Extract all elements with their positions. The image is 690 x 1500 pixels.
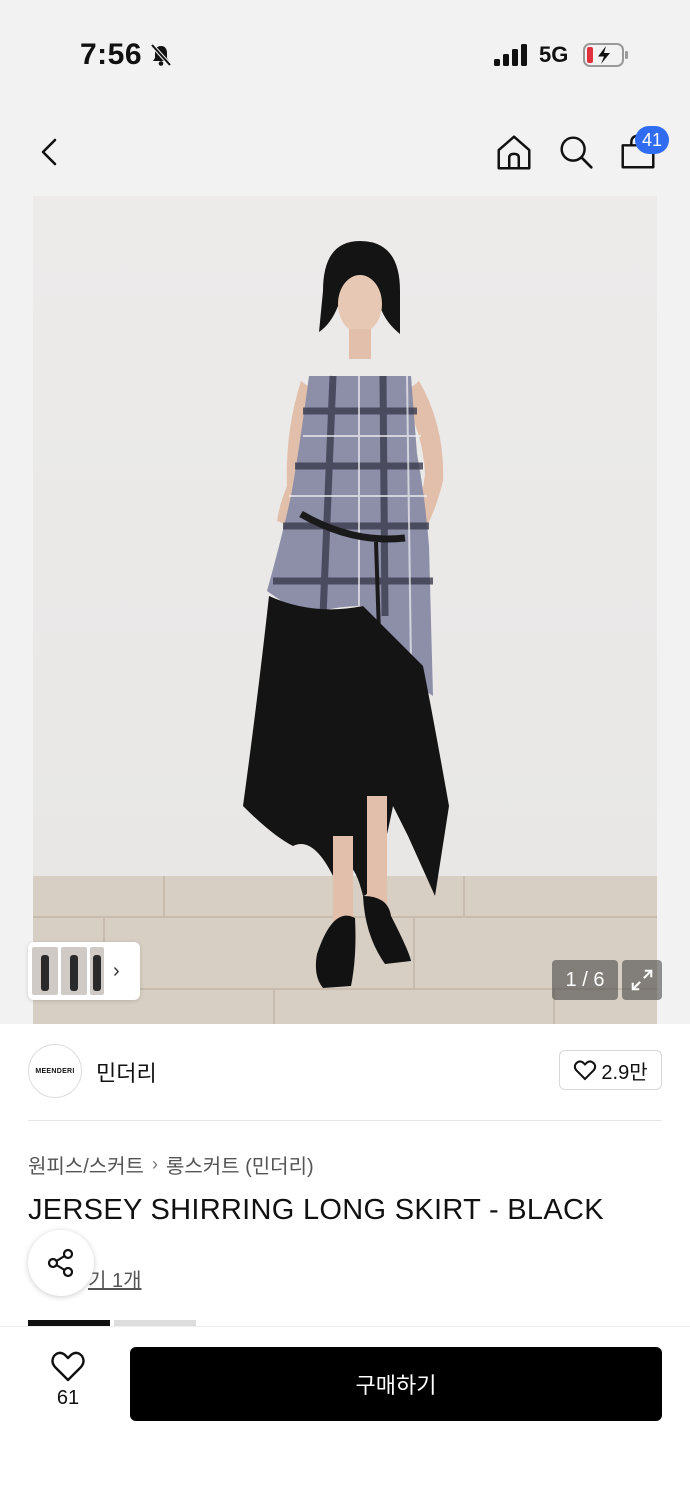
thumbnail-1[interactable] <box>32 947 58 995</box>
breadcrumb: 원피스/스커트 › 롱스커트 (민더리) <box>28 1150 314 1179</box>
network-label: 5G <box>539 42 569 67</box>
thumbnail-2[interactable] <box>61 947 87 995</box>
product-gallery[interactable] <box>0 196 690 1024</box>
search-icon <box>560 136 593 169</box>
back-button[interactable] <box>30 132 70 172</box>
wishlist-count: 61 <box>56 1387 80 1409</box>
review-link[interactable]: 기 1개 <box>88 1264 141 1293</box>
cart-count-badge: 41 <box>635 126 669 154</box>
expand-icon <box>631 969 653 991</box>
breadcrumb-item[interactable]: 원피스/스커트 <box>28 1150 144 1179</box>
thumbnail-strip[interactable]: › <box>28 942 140 1000</box>
product-photo[interactable] <box>33 196 657 1024</box>
chevron-right-icon[interactable]: › <box>113 960 120 983</box>
signal-bars-icon <box>494 44 528 66</box>
navigation-bar <box>0 110 690 196</box>
bottom-action-bar: 61 구매하기 <box>0 1326 690 1500</box>
share-button[interactable] <box>28 1230 94 1296</box>
status-bar: 7:56 5G <box>0 0 690 110</box>
home-icon <box>497 135 531 170</box>
battery-charging-icon <box>583 43 629 67</box>
home-button[interactable] <box>492 130 536 174</box>
heart-icon <box>51 1351 85 1382</box>
bell-slash-icon <box>148 42 174 68</box>
expand-button[interactable] <box>622 960 662 1000</box>
status-time: 7:56 <box>80 38 143 71</box>
chevron-right-icon: › <box>151 1154 158 1174</box>
divider <box>28 1120 662 1121</box>
gallery-page-counter: 1 / 6 <box>552 960 618 1000</box>
brand-logo-text: MEENDERI <box>35 1067 75 1075</box>
heart-icon <box>574 1060 597 1081</box>
wishlist-button[interactable]: 61 <box>40 1349 96 1410</box>
brand-like-button[interactable]: 2.9만 <box>559 1050 662 1090</box>
thumbnail-3[interactable] <box>90 947 104 995</box>
chevron-left-icon <box>41 138 57 166</box>
share-icon <box>47 1248 74 1278</box>
search-button[interactable] <box>554 130 598 174</box>
brand-row: MEENDERI 민더리 2.9만 <box>0 1040 690 1104</box>
brand-like-count: 2.9만 <box>601 1061 648 1084</box>
brand-logo[interactable]: MEENDERI <box>28 1044 82 1098</box>
product-title: JERSEY SHIRRING LONG SKIRT - BLACK <box>28 1194 604 1226</box>
brand-name[interactable]: 민더리 <box>96 1056 157 1088</box>
breadcrumb-item[interactable]: 롱스커트 (민더리) <box>166 1150 314 1179</box>
buy-button[interactable]: 구매하기 <box>130 1347 662 1421</box>
model-figure <box>243 241 449 988</box>
